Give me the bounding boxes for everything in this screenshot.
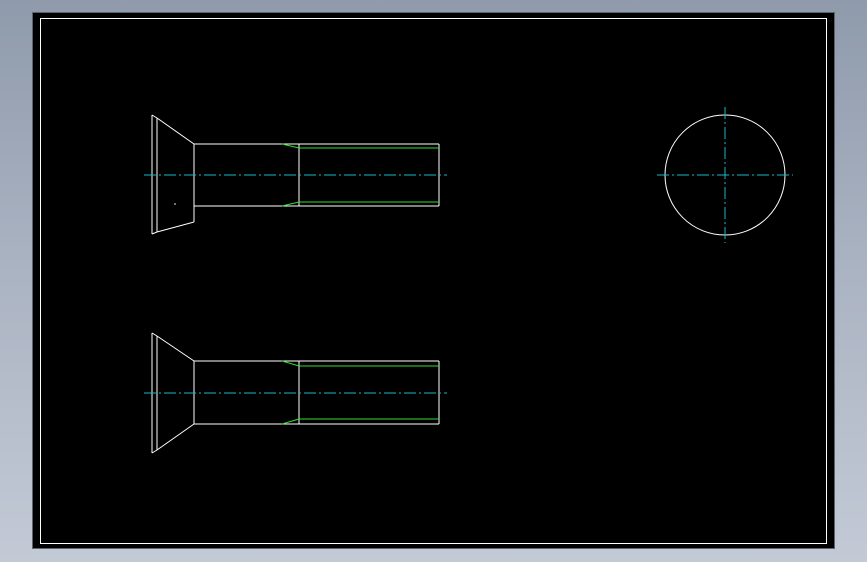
bottom-screw-view xyxy=(144,333,447,453)
top-screw-head-bottom-cap xyxy=(152,232,157,234)
bottom-screw-head-top-cap xyxy=(152,333,157,336)
bottom-screw-thread-runout-bottom xyxy=(282,419,299,424)
sheet-border-frame xyxy=(41,19,827,544)
bottom-screw-thread-runout-top xyxy=(282,361,299,366)
top-screw-thread-runout-bottom xyxy=(282,202,299,206)
bottom-screw-head-bottom-cap xyxy=(152,450,157,453)
top-screw-cone-upper xyxy=(157,118,194,144)
top-screw-cone-lower xyxy=(157,222,194,232)
bottom-screw-cone-upper xyxy=(157,336,194,361)
screw-end-view xyxy=(657,107,793,243)
top-screw-point-mark xyxy=(174,203,176,205)
top-screw-thread-runout-top xyxy=(282,144,299,148)
bottom-screw-cone-lower xyxy=(157,424,194,450)
cad-drawing-canvas xyxy=(0,0,867,562)
top-screw-head-top-cap xyxy=(152,115,157,118)
top-screw-view xyxy=(144,115,447,234)
